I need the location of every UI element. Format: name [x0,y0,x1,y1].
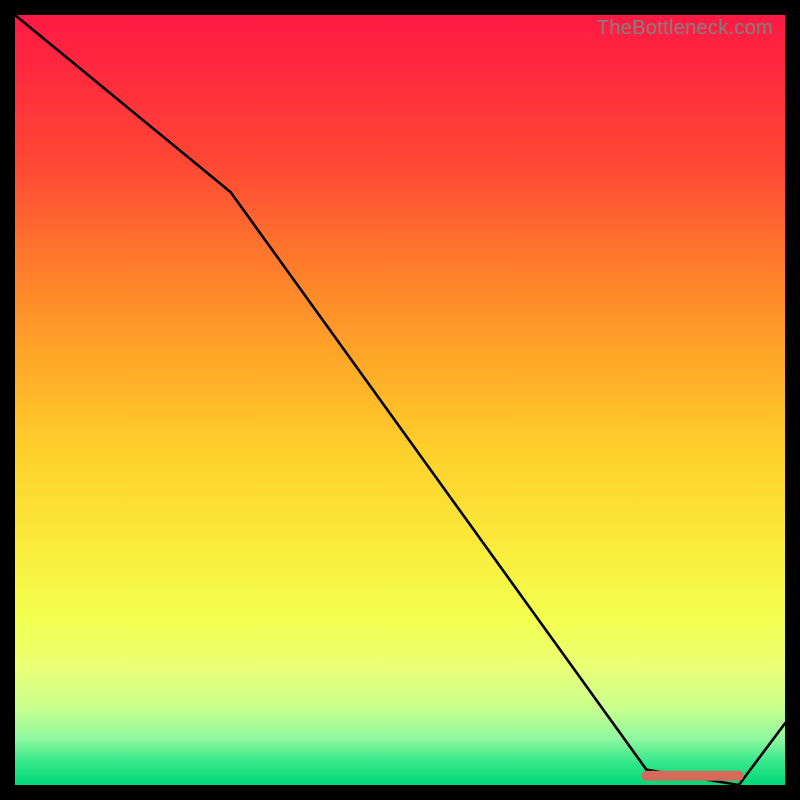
chart-svg [15,15,785,785]
plot-area: TheBottleneck.com [15,15,785,785]
chart-frame: TheBottleneck.com [0,0,800,800]
chart-line [15,15,785,785]
